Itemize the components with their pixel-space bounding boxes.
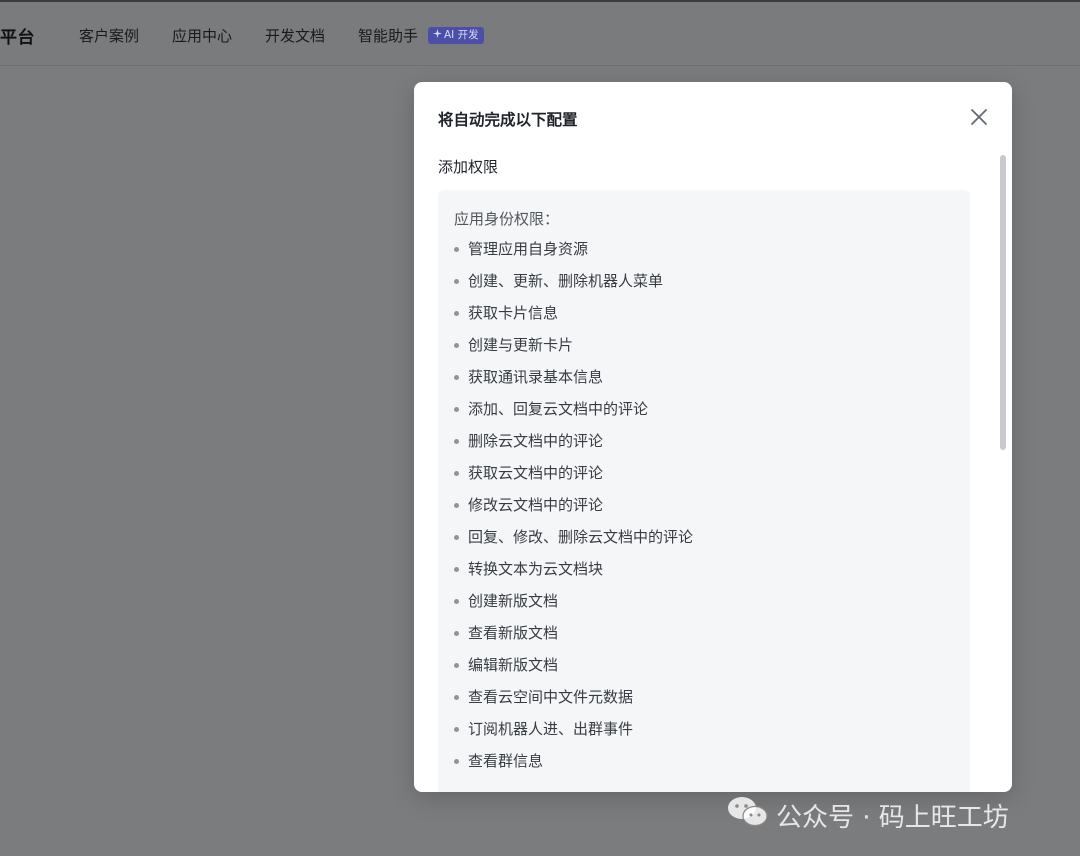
bullet-dot: [454, 374, 459, 380]
permission-item: 管理应用自身资源: [454, 233, 693, 265]
nav-dev-docs[interactable]: 开发文档: [265, 25, 325, 46]
permission-label: 查看新版文档: [468, 624, 559, 642]
permission-label: 创建新版文档: [468, 592, 559, 610]
bullet-dot: [454, 246, 459, 252]
sparkle-icon: [433, 27, 442, 44]
modal-title: 将自动完成以下配置: [438, 111, 578, 129]
wechat-icon: [726, 795, 768, 836]
nav-customer-cases[interactable]: 客户案例: [79, 25, 139, 46]
permissions-list: 管理应用自身资源创建、更新、删除机器人菜单 获取卡片信息 创建与更新卡片获取通讯录基…: [454, 233, 693, 777]
permission-label: 获取卡片信息: [468, 304, 559, 322]
permission-item: 创建新版文档: [454, 585, 693, 617]
permission-item: 订阅机器人进、出群事件: [454, 713, 693, 745]
permissions-panel: 应用身份权限： 管理应用自身资源创建、更新、删除机器人菜单 获取卡片信息 创建与更新…: [438, 190, 970, 792]
permission-item: 删除云文档中的评论: [454, 425, 693, 457]
bullet-dot: [454, 502, 459, 508]
permission-label: 删除云文档中的评论: [468, 432, 604, 450]
permission-item: 查看新版文档: [454, 617, 693, 649]
permission-item: 回复、修改、删除云文档中的评论: [454, 521, 693, 553]
watermark-text: 公众号 · 码上旺工坊: [776, 803, 1009, 833]
ai-dev-badge[interactable]: AI 开发: [428, 27, 484, 44]
permission-item: 编辑新版文档: [454, 649, 693, 681]
permission-item: 添加、回复云文档中的评论: [454, 393, 693, 425]
permission-label: 订阅机器人进、出群事件: [468, 720, 634, 738]
watermark: 公众号 · 码上旺工坊: [726, 795, 1009, 836]
permission-label: 回复、修改、删除云文档中的评论: [468, 528, 694, 546]
permission-item: 获取卡片信息: [454, 297, 693, 329]
permission-item: 获取通讯录基本信息: [454, 361, 693, 393]
permission-label: 创建与更新卡片: [468, 336, 574, 354]
permission-item: 创建、更新、删除机器人菜单: [454, 265, 693, 297]
ai-badge-label: AI 开发: [444, 29, 479, 41]
permission-item: 修改云文档中的评论: [454, 489, 693, 521]
top-navigation: 平台 客户案例 应用中心 开发文档 智能助手 AI 开发: [0, 2, 1080, 66]
config-modal: 将自动完成以下配置 添加权限 应用身份权限： 管理应用自身资源创建、更新、删除机…: [414, 82, 1012, 792]
close-button[interactable]: [968, 106, 990, 128]
permission-label: 转换文本为云文档块: [468, 560, 604, 578]
bullet-dot: [454, 662, 459, 668]
bullet-dot: [454, 534, 459, 540]
permission-item: 创建与更新卡片: [454, 329, 693, 361]
permission-label: 获取通讯录基本信息: [468, 368, 604, 386]
bullet-dot: [454, 406, 459, 412]
nav-app-center[interactable]: 应用中心: [172, 25, 232, 46]
permission-label: 添加、回复云文档中的评论: [468, 400, 649, 418]
permission-label: 修改云文档中的评论: [468, 496, 604, 514]
permission-item: 查看群信息: [454, 745, 693, 777]
permissions-heading: 应用身份权限：: [454, 210, 560, 228]
bullet-dot: [454, 630, 459, 636]
bullet-dot: [454, 726, 459, 732]
nav-smart-assistant[interactable]: 智能助手: [358, 25, 418, 46]
bullet-dot: [454, 342, 459, 348]
bullet-dot: [454, 758, 459, 764]
bullet-dot: [454, 438, 459, 444]
permission-label: 创建、更新、删除机器人菜单: [468, 272, 664, 290]
permission-label: 管理应用自身资源: [468, 240, 589, 258]
permission-label: 编辑新版文档: [468, 656, 559, 674]
bullet-dot: [454, 278, 459, 284]
permission-label: 获取云文档中的评论: [468, 464, 604, 482]
close-icon: [968, 109, 990, 132]
bullet-dot: [454, 566, 459, 572]
permission-item: 转换文本为云文档块: [454, 553, 693, 585]
permission-item: 查看云空间中文件元数据: [454, 681, 693, 713]
permission-label: 查看群信息: [468, 752, 544, 770]
modal-scrollbar-thumb[interactable]: [1000, 155, 1006, 450]
bullet-dot: [454, 694, 459, 700]
permission-item: 获取云文档中的评论: [454, 457, 693, 489]
bullet-dot: [454, 310, 459, 316]
permission-label: 查看云空间中文件元数据: [468, 688, 634, 706]
section-title-add-permissions: 添加权限: [438, 158, 499, 176]
bullet-dot: [454, 598, 459, 604]
bullet-dot: [454, 470, 459, 476]
brand-logo-text[interactable]: 平台: [0, 23, 35, 48]
